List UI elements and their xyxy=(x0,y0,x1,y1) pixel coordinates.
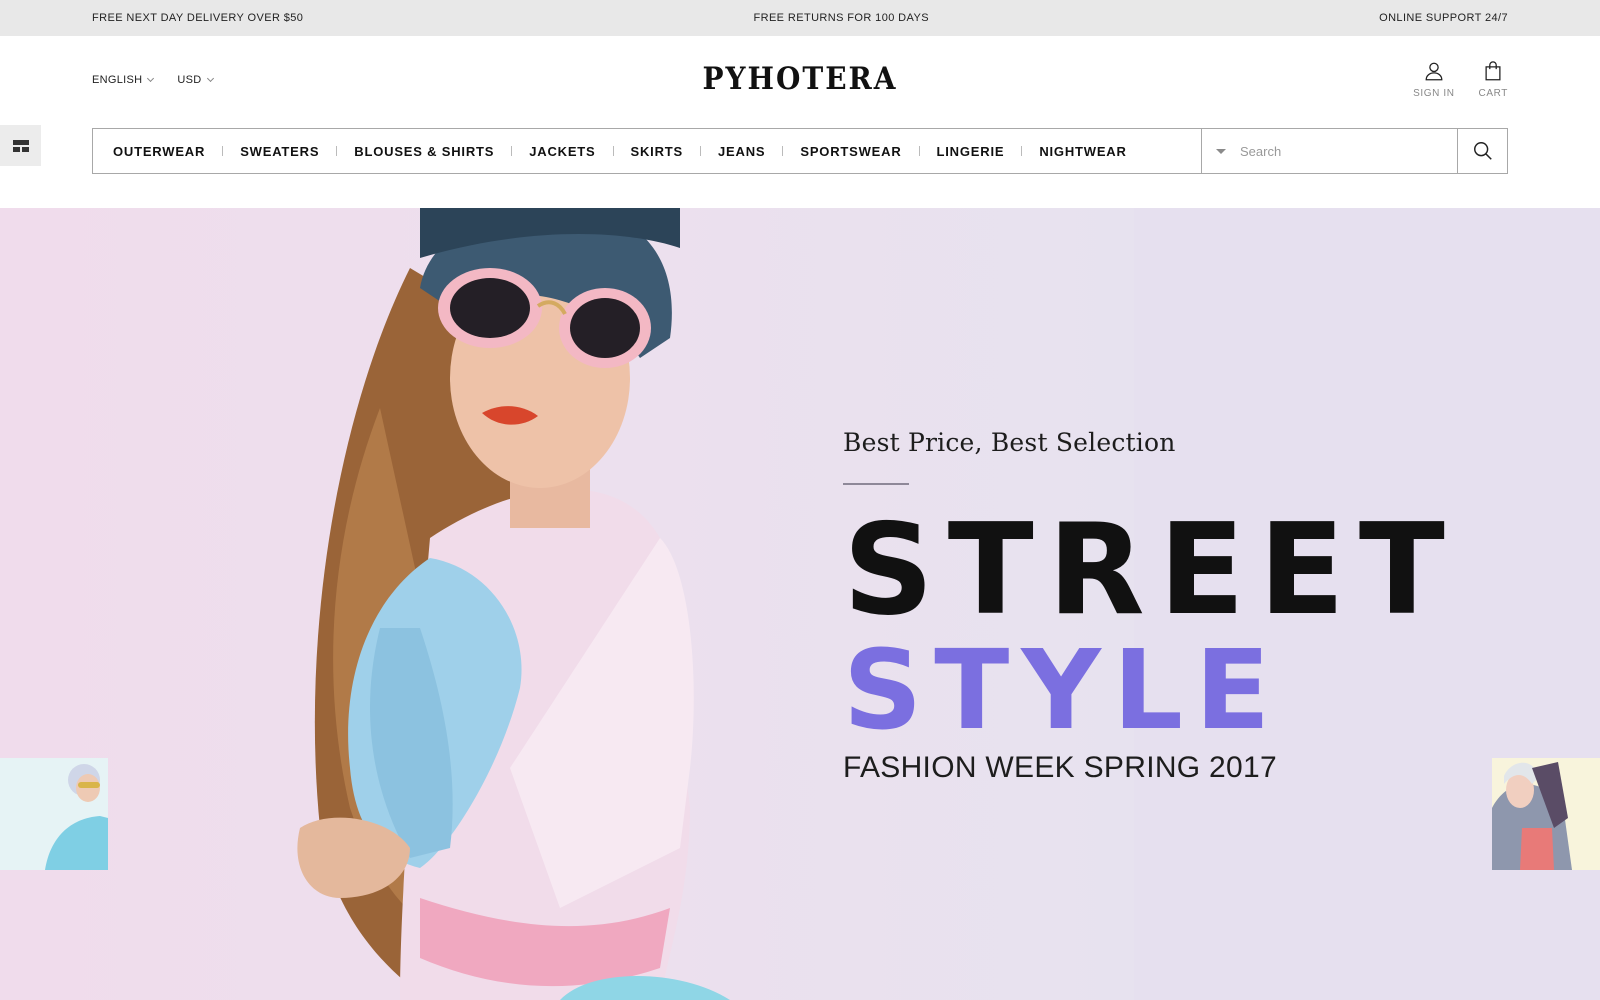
hero-title-style: STYLE xyxy=(843,626,1283,754)
logo-text: PYHOTERA xyxy=(702,60,898,97)
nav-divider xyxy=(1021,146,1023,156)
nav-item-sweaters[interactable]: SWEATERS xyxy=(240,144,319,159)
nav-item-blouses-shirts[interactable]: BLOUSES & SHIRTS xyxy=(354,144,494,159)
nav-item-outerwear[interactable]: OUTERWEAR xyxy=(113,144,205,159)
nav-divider xyxy=(700,146,701,156)
next-slide-image xyxy=(1492,758,1600,870)
search-input[interactable] xyxy=(1240,143,1430,159)
main-nav: OUTERWEAR SWEATERS BLOUSES & SHIRTS JACK… xyxy=(92,128,1508,174)
search-box xyxy=(1201,129,1457,173)
search-button[interactable] xyxy=(1457,129,1507,173)
site-logo[interactable]: PYHOTERA xyxy=(0,60,1600,97)
next-slide-thumbnail[interactable] xyxy=(1492,758,1600,870)
promo-support: ONLINE SUPPORT 24/7 xyxy=(1379,12,1508,24)
header-actions: SIGN IN CART xyxy=(1413,60,1508,99)
nav-item-sportswear[interactable]: SPORTSWEAR xyxy=(800,144,901,159)
nav-item-nightwear[interactable]: NIGHTWEAR xyxy=(1039,144,1126,159)
sign-in-label: SIGN IN xyxy=(1413,88,1455,99)
nav-divider xyxy=(612,146,614,156)
hero-copy: Best Price, Best Selection STREET STYLE … xyxy=(843,428,1459,785)
nav-divider xyxy=(336,146,338,156)
layout-toggle-button[interactable] xyxy=(0,125,41,166)
hero-divider xyxy=(843,483,909,485)
nav-divider xyxy=(511,146,513,156)
previous-slide-image xyxy=(0,758,108,870)
search-icon xyxy=(1473,142,1492,160)
nav-item-lingerie[interactable]: LINGERIE xyxy=(937,144,1005,159)
previous-slide-thumbnail[interactable] xyxy=(0,758,108,870)
promo-bar: FREE NEXT DAY DELIVERY OVER $50 FREE RET… xyxy=(0,0,1600,36)
nav-divider xyxy=(782,146,784,156)
cart-label: CART xyxy=(1478,88,1508,99)
nav-item-jackets[interactable]: JACKETS xyxy=(529,144,595,159)
hero-subtitle: FASHION WEEK SPRING 2017 xyxy=(843,751,1277,784)
sign-in-button[interactable]: SIGN IN xyxy=(1413,60,1454,99)
nav-divider xyxy=(222,146,224,156)
hero-kicker: Best Price, Best Selection xyxy=(843,428,1176,457)
user-icon xyxy=(1425,62,1443,81)
layout-toggle-icon xyxy=(12,139,29,152)
promo-returns: FREE RETURNS FOR 100 DAYS xyxy=(753,12,929,24)
shopping-bag-icon xyxy=(1485,61,1501,81)
category-menu: OUTERWEAR SWEATERS BLOUSES & SHIRTS JACK… xyxy=(93,129,1201,173)
cart-button[interactable]: CART xyxy=(1479,60,1508,99)
hero-title-street: STREET xyxy=(843,496,1459,643)
nav-item-skirts[interactable]: SKIRTS xyxy=(631,144,683,159)
hero-model-image xyxy=(297,208,730,1000)
nav-divider xyxy=(918,146,920,156)
nav-item-jeans[interactable]: JEANS xyxy=(718,144,765,159)
search-category-dropdown-icon[interactable] xyxy=(1216,148,1226,154)
promo-delivery: FREE NEXT DAY DELIVERY OVER $50 xyxy=(92,12,304,24)
header: ENGLISH USD PYHOTERA SIGN IN CART xyxy=(0,36,1600,128)
hero-banner: Best Price, Best Selection STREET STYLE … xyxy=(0,208,1600,1000)
